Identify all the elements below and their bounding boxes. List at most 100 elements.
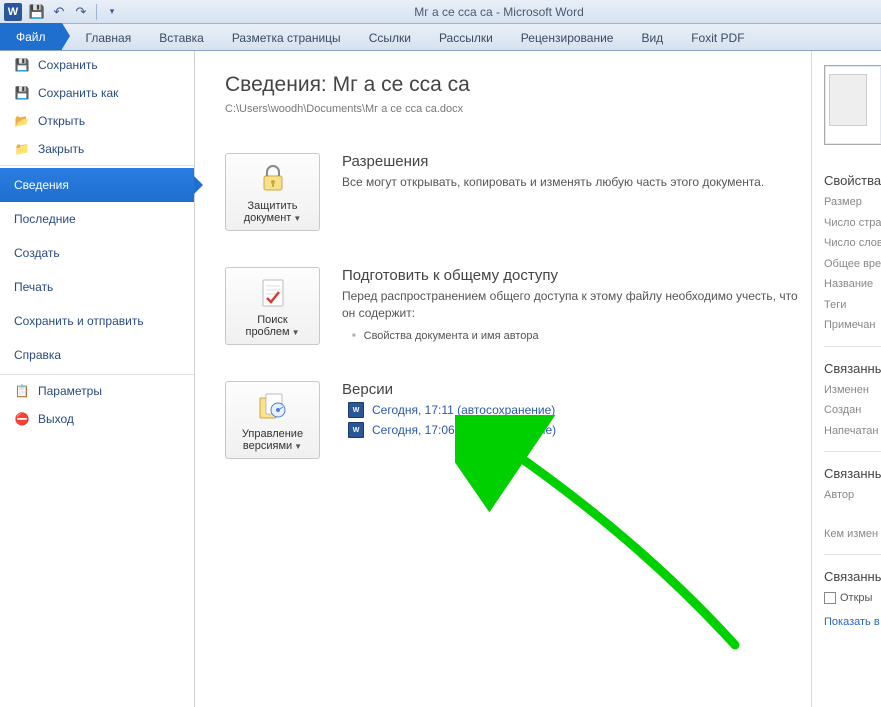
dropdown-arrow-icon: ▼ [292,328,300,337]
section-title: Подготовить к общему доступу [342,267,801,284]
exit-icon: ⛔ [14,411,30,427]
sidebar-info[interactable]: Сведения [0,168,194,202]
dropdown-arrow-icon: ▼ [293,214,301,223]
versions-icon [256,390,290,424]
prop-printed: Напечатан [824,423,881,440]
undo-icon[interactable]: ↶ [50,3,68,21]
prop-pages: Число стра [824,215,881,232]
protect-document-button[interactable]: Защитить документ▼ [225,153,320,231]
sidebar-label: Открыть [38,114,85,128]
tab-foxit-pdf[interactable]: Foxit PDF [677,26,758,50]
related-people-heading: Связанные [824,466,881,481]
section-title: Разрешения [342,153,801,170]
save-disk-icon: 💾 [14,57,30,73]
issue-bullet: Свойства документа и имя автора [342,330,801,342]
prop-created: Создан [824,402,881,419]
version-label: Сегодня, 17:11 (автосохранение) [372,403,555,417]
sidebar-recent[interactable]: Последние [0,202,194,236]
sidebar-create[interactable]: Создать [0,236,194,270]
dropdown-arrow-icon: ▼ [294,442,302,451]
word-app-icon: W [4,3,22,21]
version-label: Сегодня, 17:06 (автосохранение) [372,423,556,437]
tab-view[interactable]: Вид [627,26,677,50]
permissions-section: Защитить документ▼ Разрешения Все могут … [225,141,801,255]
redo-icon[interactable]: ↷ [72,3,90,21]
tab-references[interactable]: Ссылки [355,26,425,50]
open-location-link[interactable]: Откры [824,592,881,604]
save-as-icon: 💾 [14,85,30,101]
quick-access-toolbar: 💾 ↶ ↷ ▾ [28,3,121,21]
related-dates-heading: Связанные [824,361,881,376]
backstage-sidebar: 💾 Сохранить 💾 Сохранить как 📂 Открыть 📁 … [0,51,195,707]
window-title: Mг а се сса са - Microsoft Word [121,5,877,19]
tab-mailings[interactable]: Рассылки [425,26,507,50]
lock-key-icon [256,162,290,196]
prop-last-modified-by: Кем измен [824,526,881,543]
prop-edit-time: Общее вре [824,256,881,273]
qat-customize-icon[interactable]: ▾ [103,3,121,21]
sidebar-separator [0,374,194,375]
prop-author: Автор [824,487,881,504]
sidebar-options[interactable]: 📋 Параметры [0,377,194,405]
prop-words: Число слов [824,235,881,252]
check-issues-button[interactable]: Поиск проблем▼ [225,267,320,345]
version-item[interactable]: W Сегодня, 17:06 (автосохранение) [342,422,801,438]
versions-section: Управление версиями▼ Версии W Сегодня, 1… [225,369,801,483]
sidebar-exit[interactable]: ⛔ Выход [0,405,194,433]
save-icon[interactable]: 💾 [28,3,46,21]
prop-comments: Примечан [824,317,881,334]
info-column: Сведения: Mг а се сса са C:\Users\woodh\… [195,51,811,707]
check-document-icon [256,276,290,310]
info-heading: Сведения: Mг а се сса са [225,73,801,97]
title-bar: W 💾 ↶ ↷ ▾ Mг а се сса са - Microsoft Wor… [0,0,881,24]
tab-home[interactable]: Главная [72,26,146,50]
show-all-properties-link[interactable]: Показать в [824,616,881,628]
sidebar-send[interactable]: Сохранить и отправить [0,304,194,338]
ribbon-tabs: Файл Главная Вставка Разметка страницы С… [0,24,881,51]
manage-versions-button[interactable]: Управление версиями▼ [225,381,320,459]
sidebar-label: Выход [38,412,74,426]
document-thumbnail[interactable] [824,65,881,145]
prepare-share-section: Поиск проблем▼ Подготовить к общему дост… [225,255,801,369]
prop-title: Название [824,276,881,293]
sidebar-label: Закрыть [38,142,84,156]
tab-insert[interactable]: Вставка [145,26,218,50]
prop-separator [824,451,881,452]
sidebar-close[interactable]: 📁 Закрыть [0,135,194,163]
sidebar-save[interactable]: 💾 Сохранить [0,51,194,79]
prop-separator [824,346,881,347]
word-doc-icon: W [348,402,364,418]
prop-tags: Теги [824,297,881,314]
properties-heading[interactable]: Свойства [824,173,881,188]
version-item[interactable]: W Сегодня, 17:11 (автосохранение) [342,402,801,418]
word-doc-icon: W [348,422,364,438]
sidebar-save-as[interactable]: 💾 Сохранить как [0,79,194,107]
checkbox-icon [824,592,836,604]
document-path: C:\Users\woodh\Documents\Mг а се сса са.… [225,103,801,115]
section-description: Перед распространением общего доступа к … [342,288,801,322]
qat-separator [96,4,97,20]
file-tab[interactable]: Файл [0,23,62,50]
button-label: Защитить документ [244,200,298,224]
properties-panel: Свойства Размер Число стра Число слов Об… [811,51,881,707]
sidebar-open[interactable]: 📂 Открыть [0,107,194,135]
prop-separator [824,554,881,555]
folder-close-icon: 📁 [14,141,30,157]
prop-modified: Изменен [824,382,881,399]
sidebar-print[interactable]: Печать [0,270,194,304]
backstage-main: Сведения: Mг а се сса са C:\Users\woodh\… [195,51,881,707]
prop-size: Размер [824,194,881,211]
section-title: Версии [342,381,801,398]
sidebar-separator [0,165,194,166]
options-icon: 📋 [14,383,30,399]
sidebar-label: Сохранить как [38,86,118,100]
folder-open-icon: 📂 [14,113,30,129]
related-docs-heading: Связанные [824,569,881,584]
sidebar-label: Сохранить [38,58,98,72]
tab-page-layout[interactable]: Разметка страницы [218,26,355,50]
backstage-view: 💾 Сохранить 💾 Сохранить как 📂 Открыть 📁 … [0,51,881,707]
tab-review[interactable]: Рецензирование [507,26,628,50]
sidebar-label: Параметры [38,384,102,398]
section-description: Все могут открывать, копировать и изменя… [342,174,801,191]
sidebar-help[interactable]: Справка [0,338,194,372]
